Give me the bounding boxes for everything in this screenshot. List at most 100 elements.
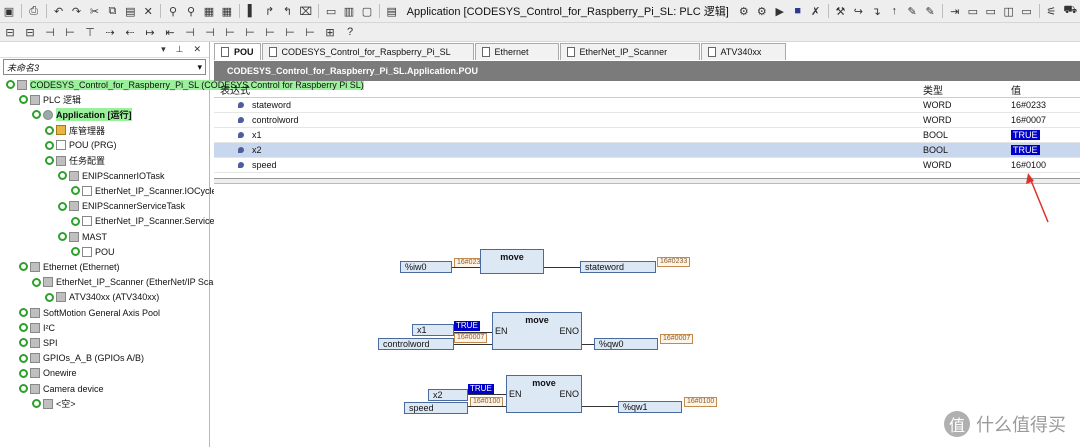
output-variable[interactable]: %qw1 <box>618 401 682 413</box>
cart-icon[interactable]: ⛟ <box>1063 4 1077 18</box>
step-into-icon[interactable]: ↴ <box>870 4 882 18</box>
save-icon[interactable]: ▣ <box>3 4 15 18</box>
watch-row[interactable]: speed WORD 16#0100 <box>214 158 1080 173</box>
watch-row[interactable]: x2 BOOL TRUE <box>214 143 1080 158</box>
tree-item[interactable]: Camera device <box>19 381 104 396</box>
input-variable[interactable]: controlword <box>378 338 454 350</box>
window-icon[interactable]: ▭ <box>325 4 337 18</box>
undo-icon[interactable]: ↶ <box>53 4 65 18</box>
find-icon[interactable]: ⚲ <box>167 4 179 18</box>
step-out-icon[interactable]: ↑ <box>888 4 900 18</box>
tree-item[interactable]: 库管理器 <box>45 123 105 138</box>
panel-pin-icon[interactable]: ⊥ <box>176 44 184 55</box>
parallel-branch-icon[interactable]: ⊢ <box>283 25 297 39</box>
monitor-icon[interactable]: ▭ <box>985 4 997 18</box>
contact-variable[interactable]: x1 <box>412 324 454 336</box>
tree-item[interactable]: MAST <box>58 229 107 244</box>
insert-assignment-icon[interactable]: ⇢ <box>103 25 117 39</box>
insert-contact-icon[interactable]: ⊣ <box>43 25 57 39</box>
run-icon[interactable]: ▶ <box>774 4 786 18</box>
next-bookmark-icon[interactable]: ↱ <box>264 4 276 18</box>
paste-icon[interactable]: ▤ <box>124 4 136 18</box>
expression-header[interactable]: 表达式 <box>214 82 915 97</box>
set-reset-icon[interactable]: ⊢ <box>263 25 277 39</box>
type-header[interactable]: 类型 <box>915 82 1008 97</box>
watch-row[interactable]: x1 BOOL TRUE <box>214 128 1080 143</box>
tree-item[interactable]: EtherNet_IP_Scanner (EtherNet/IP Scanner… <box>32 275 234 290</box>
input-variable[interactable]: speed <box>404 402 468 414</box>
unforce-icon[interactable]: ⇥ <box>949 4 961 18</box>
copy-icon[interactable]: ⧉ <box>106 4 118 18</box>
clear-bookmarks-icon[interactable]: ⌧ <box>300 4 313 18</box>
rebuild-icon[interactable]: ▦ <box>221 4 233 18</box>
insert-output-icon[interactable]: ⊣ <box>203 25 217 39</box>
negate-icon[interactable]: ⊢ <box>223 25 237 39</box>
contact-variable[interactable]: x2 <box>428 389 468 401</box>
tree-item[interactable]: SoftMotion General Axis Pool <box>19 305 160 320</box>
tree-item[interactable]: EtherNet_IP_Scanner.ServiceCycle <box>71 214 237 229</box>
move-block[interactable]: move <box>480 249 544 274</box>
tree-item[interactable]: ENIPScannerIOTask <box>58 168 165 183</box>
stop-icon[interactable]: ■ <box>792 4 804 18</box>
reset-icon[interactable]: ✗ <box>810 4 822 18</box>
login-icon[interactable]: ⚙ <box>738 4 750 18</box>
value-cell[interactable]: 16#0233 <box>1008 100 1080 110</box>
tree-item[interactable]: Application [运行] <box>32 107 132 122</box>
tree-item[interactable]: ENIPScannerServiceTask <box>58 199 185 214</box>
tab-ethernet-ip-scanner[interactable]: EtherNet_IP_Scanner <box>559 43 700 60</box>
step-over-icon[interactable]: ↪ <box>852 4 864 18</box>
insert-return-icon[interactable]: ↦ <box>143 25 157 39</box>
project-selector[interactable]: 未命名3 ▾ <box>3 59 206 75</box>
tree-item[interactable]: GPIOs_A_B (GPIOs A/B) <box>19 351 144 366</box>
tab-atv340xx[interactable]: ATV340xx <box>700 43 786 60</box>
redo-icon[interactable]: ↷ <box>71 4 83 18</box>
fbd-editor[interactable]: %iw0 16#0233 move stateword 16#0233 x1 T… <box>214 184 1080 447</box>
breakpoint-icon[interactable]: ⚒ <box>834 4 846 18</box>
flow-control-icon[interactable]: ▭ <box>967 4 979 18</box>
input-variable[interactable]: %iw0 <box>400 261 452 273</box>
prev-bookmark-icon[interactable]: ↰ <box>282 4 294 18</box>
tree-item[interactable]: ATV340xx (ATV340xx) <box>45 290 159 305</box>
insert-network-below-icon[interactable]: ⊟ <box>23 25 37 39</box>
new-icon[interactable]: ▢ <box>361 4 373 18</box>
tree-item[interactable]: EtherNet_IP_Scanner.IOCycle <box>71 183 217 198</box>
build-icon[interactable]: ▦ <box>203 4 215 18</box>
insert-label-icon[interactable]: ⇤ <box>163 25 177 39</box>
output-variable[interactable]: %qw0 <box>594 338 658 350</box>
move-block[interactable]: move EN ENO <box>506 375 582 413</box>
tab-codesys-control[interactable]: CODESYS_Control_for_Raspberry_Pi_SL <box>261 43 474 60</box>
delete-icon[interactable]: ✕ <box>142 4 154 18</box>
bookmark-icon[interactable]: ▌ <box>246 4 258 18</box>
replace-icon[interactable]: ⚲ <box>185 4 197 18</box>
panel-menu-icon[interactable]: ▾ <box>161 44 166 55</box>
edge-detect-icon[interactable]: ⊢ <box>243 25 257 39</box>
write-values-icon[interactable]: ✎ <box>906 4 918 18</box>
print-icon[interactable]: ⎙ <box>28 4 40 18</box>
help-icon[interactable]: ? <box>343 25 357 39</box>
tab-pou[interactable]: POU <box>214 43 261 60</box>
value-cell[interactable]: TRUE <box>1008 130 1080 140</box>
tree-item[interactable]: POU <box>71 244 115 259</box>
value-header[interactable]: 值 <box>1008 82 1080 97</box>
insert-input-icon[interactable]: ⊣ <box>183 25 197 39</box>
online-change-icon[interactable]: ◫ <box>1003 4 1015 18</box>
cut-icon[interactable]: ✂ <box>88 4 100 18</box>
insert-coil-icon[interactable]: ⊢ <box>63 25 77 39</box>
tree-item[interactable]: Ethernet (Ethernet) <box>19 259 120 274</box>
watch-row[interactable]: controlword WORD 16#0007 <box>214 113 1080 128</box>
value-cell[interactable]: 16#0100 <box>1008 160 1080 170</box>
tree-item[interactable]: 任务配置 <box>45 153 105 168</box>
simulation-icon[interactable]: ▭ <box>1021 4 1033 18</box>
tree-item[interactable]: SPI <box>19 335 58 350</box>
tree-item[interactable]: PLC 逻辑 <box>19 92 81 107</box>
insert-box-icon[interactable]: ⊤ <box>83 25 97 39</box>
value-cell[interactable]: 16#0007 <box>1008 115 1080 125</box>
insert-comment-icon[interactable]: ⊢ <box>303 25 317 39</box>
tree-item[interactable]: POU (PRG) <box>45 138 117 153</box>
view-list-icon[interactable]: ⊞ <box>323 25 337 39</box>
insert-jump-icon[interactable]: ⇠ <box>123 25 137 39</box>
force-values-icon[interactable]: ✎ <box>924 4 936 18</box>
tree-item[interactable]: I²C <box>19 320 55 335</box>
settings-icon[interactable]: ⚟ <box>1045 4 1057 18</box>
move-block[interactable]: move EN ENO <box>492 312 582 350</box>
